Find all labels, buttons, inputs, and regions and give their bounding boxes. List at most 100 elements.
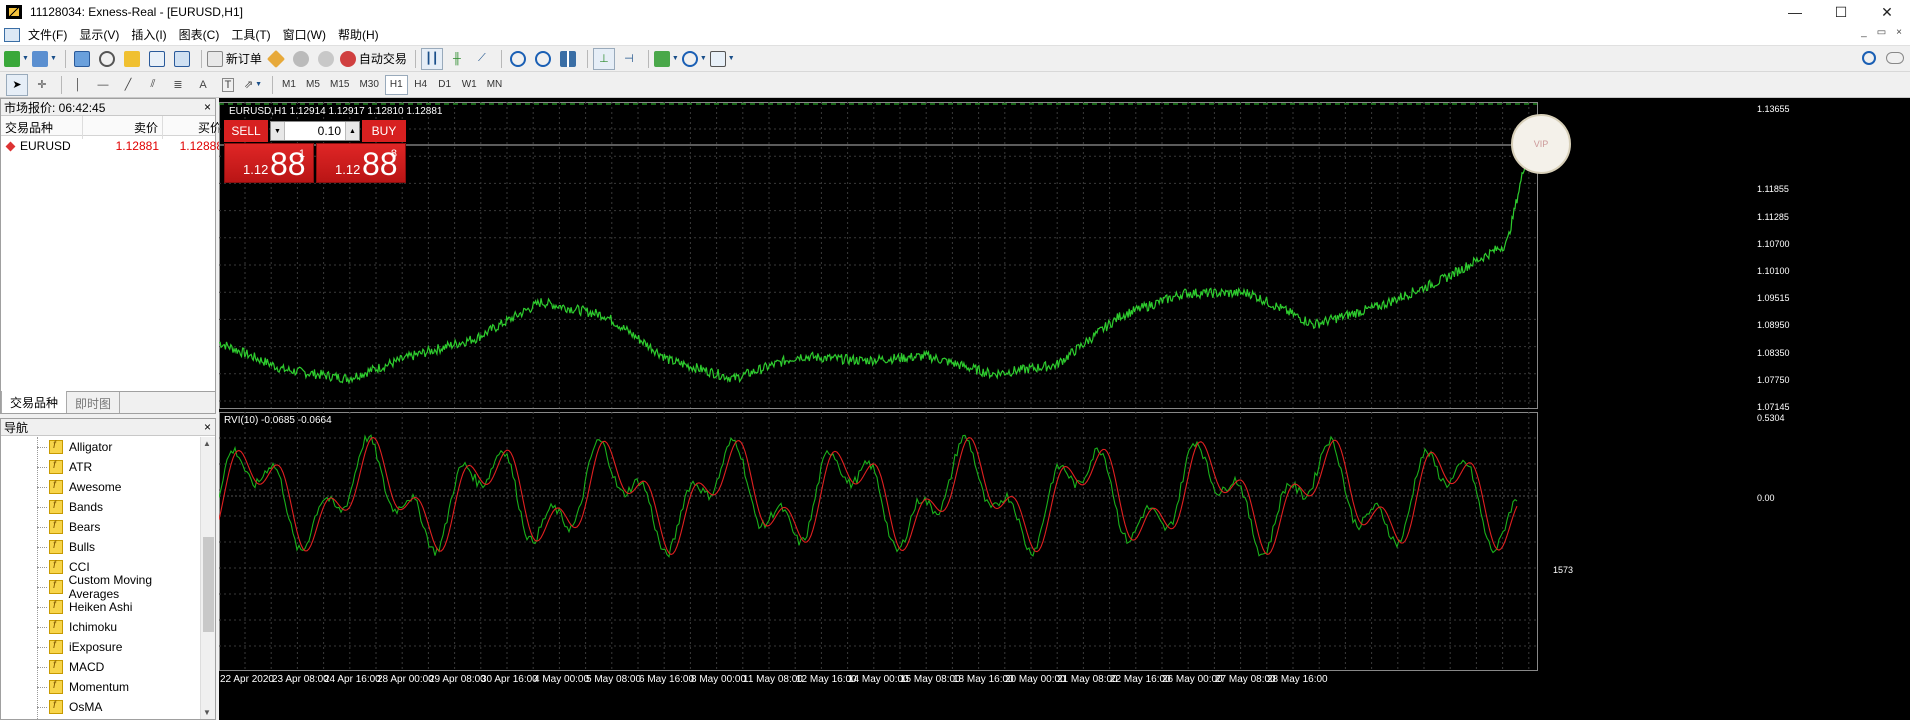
menu-insert[interactable]: 插入(I) [129, 26, 176, 43]
mdi-restore-button[interactable]: ▭ [1877, 27, 1886, 38]
minimize-button[interactable]: — [1772, 0, 1818, 24]
chat-icon[interactable] [1886, 52, 1904, 64]
indicator-item[interactable]: Momentum [1, 677, 201, 697]
maximize-button[interactable]: ☐ [1818, 0, 1864, 24]
candlestick-button[interactable]: ╫ [446, 48, 468, 70]
buy-button[interactable]: BUY [362, 120, 406, 142]
indicator-item[interactable]: ATR [1, 457, 201, 477]
column-ask[interactable]: 买价 [163, 116, 227, 139]
cursor-button[interactable]: ➤ [6, 73, 28, 96]
new-chart-button[interactable]: ▼ [4, 48, 29, 70]
menu-charts[interactable]: 图表(C) [177, 26, 230, 43]
tester-button[interactable] [171, 48, 193, 70]
indicator-item[interactable]: OsMA [1, 697, 201, 717]
trendline-button[interactable]: ╱ [117, 74, 139, 96]
indicator-item[interactable]: Alligator [1, 437, 201, 457]
text-label-button[interactable]: T [217, 74, 239, 96]
vip-badge[interactable]: VIP [1511, 114, 1571, 174]
market-watch-button[interactable] [71, 48, 93, 70]
timeframe-h4[interactable]: H4 [410, 75, 432, 95]
new-order-button[interactable]: 新订单 [206, 48, 262, 70]
indicator-item[interactable]: Awesome [1, 477, 201, 497]
scroll-down-icon[interactable]: ▼ [203, 708, 211, 717]
navigator-button[interactable] [121, 48, 143, 70]
mdi-close-button[interactable]: × [1896, 27, 1902, 38]
ask-cell: 1.12888 [179, 139, 223, 153]
indicator-item[interactable]: Bears [1, 517, 201, 537]
close-icon[interactable]: × [204, 100, 211, 114]
sell-button[interactable]: SELL [224, 120, 268, 142]
auto-trading-button[interactable]: 自动交易 [339, 48, 407, 70]
market-watch-row[interactable]: EURUSD 1.12881 1.12888 7 [1, 136, 247, 156]
menu-view[interactable]: 显示(V) [77, 26, 129, 43]
indicator-item[interactable]: Heiken Ashi [1, 597, 201, 617]
templates-button[interactable]: ▼ [709, 48, 735, 70]
timeframe-h1[interactable]: H1 [384, 74, 408, 95]
timeframe-m1[interactable]: M1 [278, 75, 300, 95]
drawing-toolbar: ➤ ✛ │ — ╱ ⫽ ≣ A T ⇗ ▼ M1 M5 M15 M30 H1 H4… [0, 72, 1910, 98]
timeframe-mn[interactable]: MN [483, 75, 507, 95]
menu-tools[interactable]: 工具(T) [229, 26, 280, 43]
timeframe-m15[interactable]: M15 [326, 75, 353, 95]
periods-button[interactable]: ▼ [681, 48, 707, 70]
timeframe-d1[interactable]: D1 [434, 75, 456, 95]
autoscroll-button[interactable]: ⊥ [592, 47, 615, 70]
timeframe-m5[interactable]: M5 [302, 75, 324, 95]
crosshair-button[interactable]: ✛ [31, 74, 53, 96]
search-icon[interactable] [1862, 51, 1876, 65]
indicator-item[interactable]: iExposure [1, 637, 201, 657]
navigator-scrollbar[interactable]: ▲ ▼ [200, 437, 215, 719]
vertical-line-button[interactable]: │ [67, 74, 89, 96]
channel-button[interactable]: ⫽ [142, 74, 164, 96]
indicator-item[interactable]: Bulls [1, 537, 201, 557]
profiles-button[interactable]: ▼ [31, 48, 57, 70]
bar-chart-button[interactable]: ┃┃ [420, 47, 443, 70]
tile-windows-button[interactable] [557, 48, 579, 70]
tab-tick-chart[interactable]: 即时图 [67, 392, 121, 413]
chart-shift-button[interactable]: ⊣ [618, 48, 640, 70]
column-symbol[interactable]: 交易品种 [1, 116, 83, 139]
menu-help[interactable]: 帮助(H) [336, 26, 389, 43]
lot-decrease-button[interactable]: ▼ [271, 122, 285, 140]
sell-price-button[interactable]: 1.12 88 1 [224, 143, 314, 183]
tab-symbols[interactable]: 交易品种 [1, 391, 68, 413]
indicator-item[interactable]: MACD [1, 657, 201, 677]
close-button[interactable]: ✕ [1864, 0, 1910, 24]
close-icon[interactable]: × [204, 420, 211, 434]
zoom-out-button[interactable] [532, 48, 554, 70]
scrollbar-thumb[interactable] [203, 537, 214, 632]
terminal-button[interactable] [146, 48, 168, 70]
timeframe-m30[interactable]: M30 [355, 75, 382, 95]
scroll-up-icon[interactable]: ▲ [203, 439, 211, 448]
zoom-in-icon [509, 50, 526, 67]
mdi-minimize-button[interactable]: _ [1861, 27, 1867, 38]
chart-window[interactable]: EURUSD,H1 1.12914 1.12917 1.12810 1.1288… [219, 98, 1910, 720]
horizontal-line-button[interactable]: — [92, 74, 114, 96]
column-bid[interactable]: 卖价 [83, 116, 163, 139]
fibonacci-button[interactable]: ≣ [167, 74, 189, 96]
profiles-icon [31, 50, 48, 67]
price-tick: 1.11285 [1757, 212, 1789, 222]
time-tick: 8 May 00:00 [691, 674, 747, 685]
timeframe-w1[interactable]: W1 [458, 75, 481, 95]
menu-file[interactable]: 文件(F) [26, 26, 77, 43]
metaeditor-button[interactable] [265, 48, 287, 70]
indicator-item[interactable]: Bands [1, 497, 201, 517]
indicators-button[interactable]: ▼ [653, 48, 679, 70]
market-button[interactable] [315, 48, 337, 70]
zoom-in-button[interactable] [507, 48, 529, 70]
indicator-item[interactable]: Ichimoku [1, 617, 201, 637]
line-chart-button[interactable]: ⟋ [471, 48, 493, 70]
indicator-item[interactable]: Custom Moving Averages [1, 573, 201, 601]
lot-increase-button[interactable]: ▲ [345, 122, 359, 140]
lot-size-input[interactable]: 0.10 [285, 124, 345, 138]
signals-button[interactable] [290, 48, 312, 70]
chart-window-icon[interactable] [4, 27, 20, 42]
arrows-button[interactable]: ⇗ ▼ [242, 74, 264, 96]
data-window-button[interactable] [96, 48, 118, 70]
crosshair-icon: ✛ [37, 79, 47, 91]
menu-window[interactable]: 窗口(W) [281, 26, 336, 43]
text-button[interactable]: A [192, 74, 214, 96]
signals-icon [292, 50, 309, 67]
buy-price-button[interactable]: 1.12 88 8 [316, 143, 406, 183]
